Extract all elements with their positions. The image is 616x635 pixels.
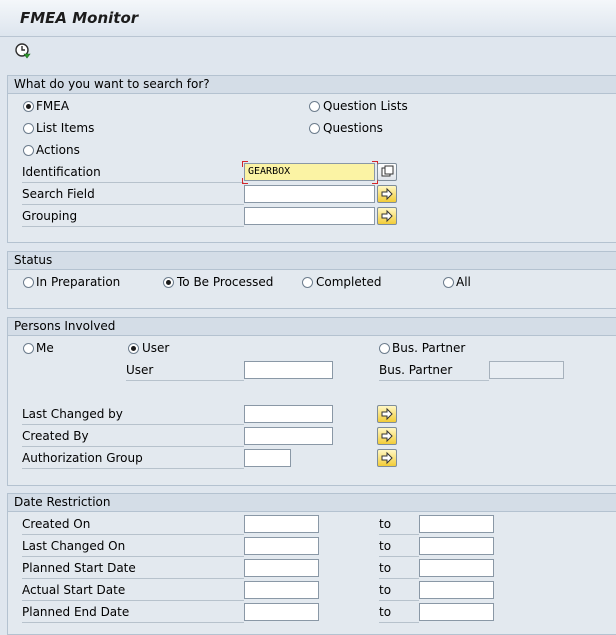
required-marker <box>242 178 248 184</box>
date-from-input[interactable] <box>244 515 319 533</box>
multiple-selection-button[interactable] <box>377 163 397 181</box>
radio-in-preparation-label: In Preparation <box>36 275 121 289</box>
radio-question-lists-label: Question Lists <box>323 99 408 113</box>
bus-partner-input <box>489 361 564 379</box>
row-underline <box>379 600 419 601</box>
row-underline <box>22 600 244 601</box>
date-to-input[interactable] <box>419 537 494 555</box>
date-to-input[interactable] <box>419 515 494 533</box>
grouping-label: Grouping <box>22 209 78 223</box>
row-underline <box>22 226 244 227</box>
execute-clock-icon[interactable] <box>14 42 32 60</box>
date-to-input[interactable] <box>419 559 494 577</box>
grouping-more-button[interactable] <box>377 207 397 225</box>
to-label: to <box>379 583 392 597</box>
application-toolbar <box>0 37 616 67</box>
row-underline <box>22 534 244 535</box>
created-by-more-button[interactable] <box>377 427 397 445</box>
last-changed-by-more-button[interactable] <box>377 405 397 423</box>
date-restriction-header: Date Restriction <box>8 494 616 512</box>
arrow-right-icon <box>381 451 393 465</box>
search-field-label: Search Field <box>22 187 95 201</box>
to-label: to <box>379 517 392 531</box>
date-row-label: Planned End Date <box>22 605 130 619</box>
radio-bus-partner[interactable] <box>379 343 390 354</box>
radio-bus-partner-label: Bus. Partner <box>392 341 466 355</box>
to-label: to <box>379 539 392 553</box>
authorization-group-input[interactable] <box>244 449 291 467</box>
radio-list-items-label: List Items <box>36 121 95 135</box>
search-for-header: What do you want to search for? <box>8 76 616 94</box>
created-by-label: Created By <box>22 429 89 443</box>
radio-to-be-processed-label: To Be Processed <box>177 275 274 289</box>
radio-all-label: All <box>456 275 471 289</box>
radio-fmea[interactable] <box>23 101 34 112</box>
radio-in-preparation[interactable] <box>23 277 34 288</box>
created-by-input[interactable] <box>244 427 333 445</box>
radio-fmea-label: FMEA <box>36 99 70 113</box>
row-underline <box>22 556 244 557</box>
required-marker <box>242 161 248 167</box>
user-label: User <box>126 363 154 377</box>
row-underline <box>379 380 489 381</box>
row-underline <box>22 446 244 447</box>
row-underline <box>22 622 244 623</box>
arrow-right-icon <box>381 187 393 201</box>
search-field-input[interactable] <box>244 185 375 203</box>
row-underline <box>22 204 244 205</box>
date-from-input[interactable] <box>244 603 319 621</box>
radio-me[interactable] <box>23 343 34 354</box>
page-title: FMEA Monitor <box>20 9 139 27</box>
user-input[interactable] <box>244 361 333 379</box>
date-row-label: Planned Start Date <box>22 561 136 575</box>
persons-involved-header: Persons Involved <box>8 318 616 336</box>
row-underline <box>379 578 419 579</box>
arrow-right-icon <box>381 429 393 443</box>
radio-actions[interactable] <box>23 145 34 156</box>
radio-question-lists[interactable] <box>309 101 320 112</box>
search-field-more-button[interactable] <box>377 185 397 203</box>
row-underline <box>379 622 419 623</box>
row-underline <box>22 468 244 469</box>
row-underline <box>22 424 244 425</box>
authorization-group-label: Authorization Group <box>22 451 143 465</box>
radio-to-be-processed[interactable] <box>163 277 174 288</box>
row-underline <box>22 182 244 183</box>
radio-actions-label: Actions <box>36 143 80 157</box>
row-underline <box>22 578 244 579</box>
status-header: Status <box>8 252 616 270</box>
date-row-label: Actual Start Date <box>22 583 126 597</box>
radio-list-items[interactable] <box>23 123 34 134</box>
radio-user-label: User <box>142 341 170 355</box>
copy-icon <box>381 165 394 177</box>
row-underline <box>126 380 244 381</box>
last-changed-by-label: Last Changed by <box>22 407 123 421</box>
bus-partner-label: Bus. Partner <box>379 363 453 377</box>
row-underline <box>379 556 419 557</box>
grouping-input[interactable] <box>244 207 375 225</box>
radio-completed[interactable] <box>302 277 313 288</box>
date-from-input[interactable] <box>244 581 319 599</box>
date-to-input[interactable] <box>419 581 494 599</box>
to-label: to <box>379 561 392 575</box>
radio-all[interactable] <box>443 277 454 288</box>
radio-questions[interactable] <box>309 123 320 134</box>
date-from-input[interactable] <box>244 559 319 577</box>
radio-completed-label: Completed <box>316 275 382 289</box>
date-to-input[interactable] <box>419 603 494 621</box>
date-row-label: Last Changed On <box>22 539 126 553</box>
radio-user[interactable] <box>128 343 139 354</box>
date-row-label: Created On <box>22 517 91 531</box>
authorization-group-more-button[interactable] <box>377 449 397 467</box>
radio-questions-label: Questions <box>323 121 383 135</box>
last-changed-by-input[interactable] <box>244 405 333 423</box>
radio-me-label: Me <box>36 341 54 355</box>
row-underline <box>379 534 419 535</box>
identification-field[interactable]: GEARBOX <box>244 163 375 181</box>
arrow-right-icon <box>381 209 393 223</box>
to-label: to <box>379 605 392 619</box>
identification-label: Identification <box>22 165 101 179</box>
arrow-right-icon <box>381 407 393 421</box>
date-from-input[interactable] <box>244 537 319 555</box>
